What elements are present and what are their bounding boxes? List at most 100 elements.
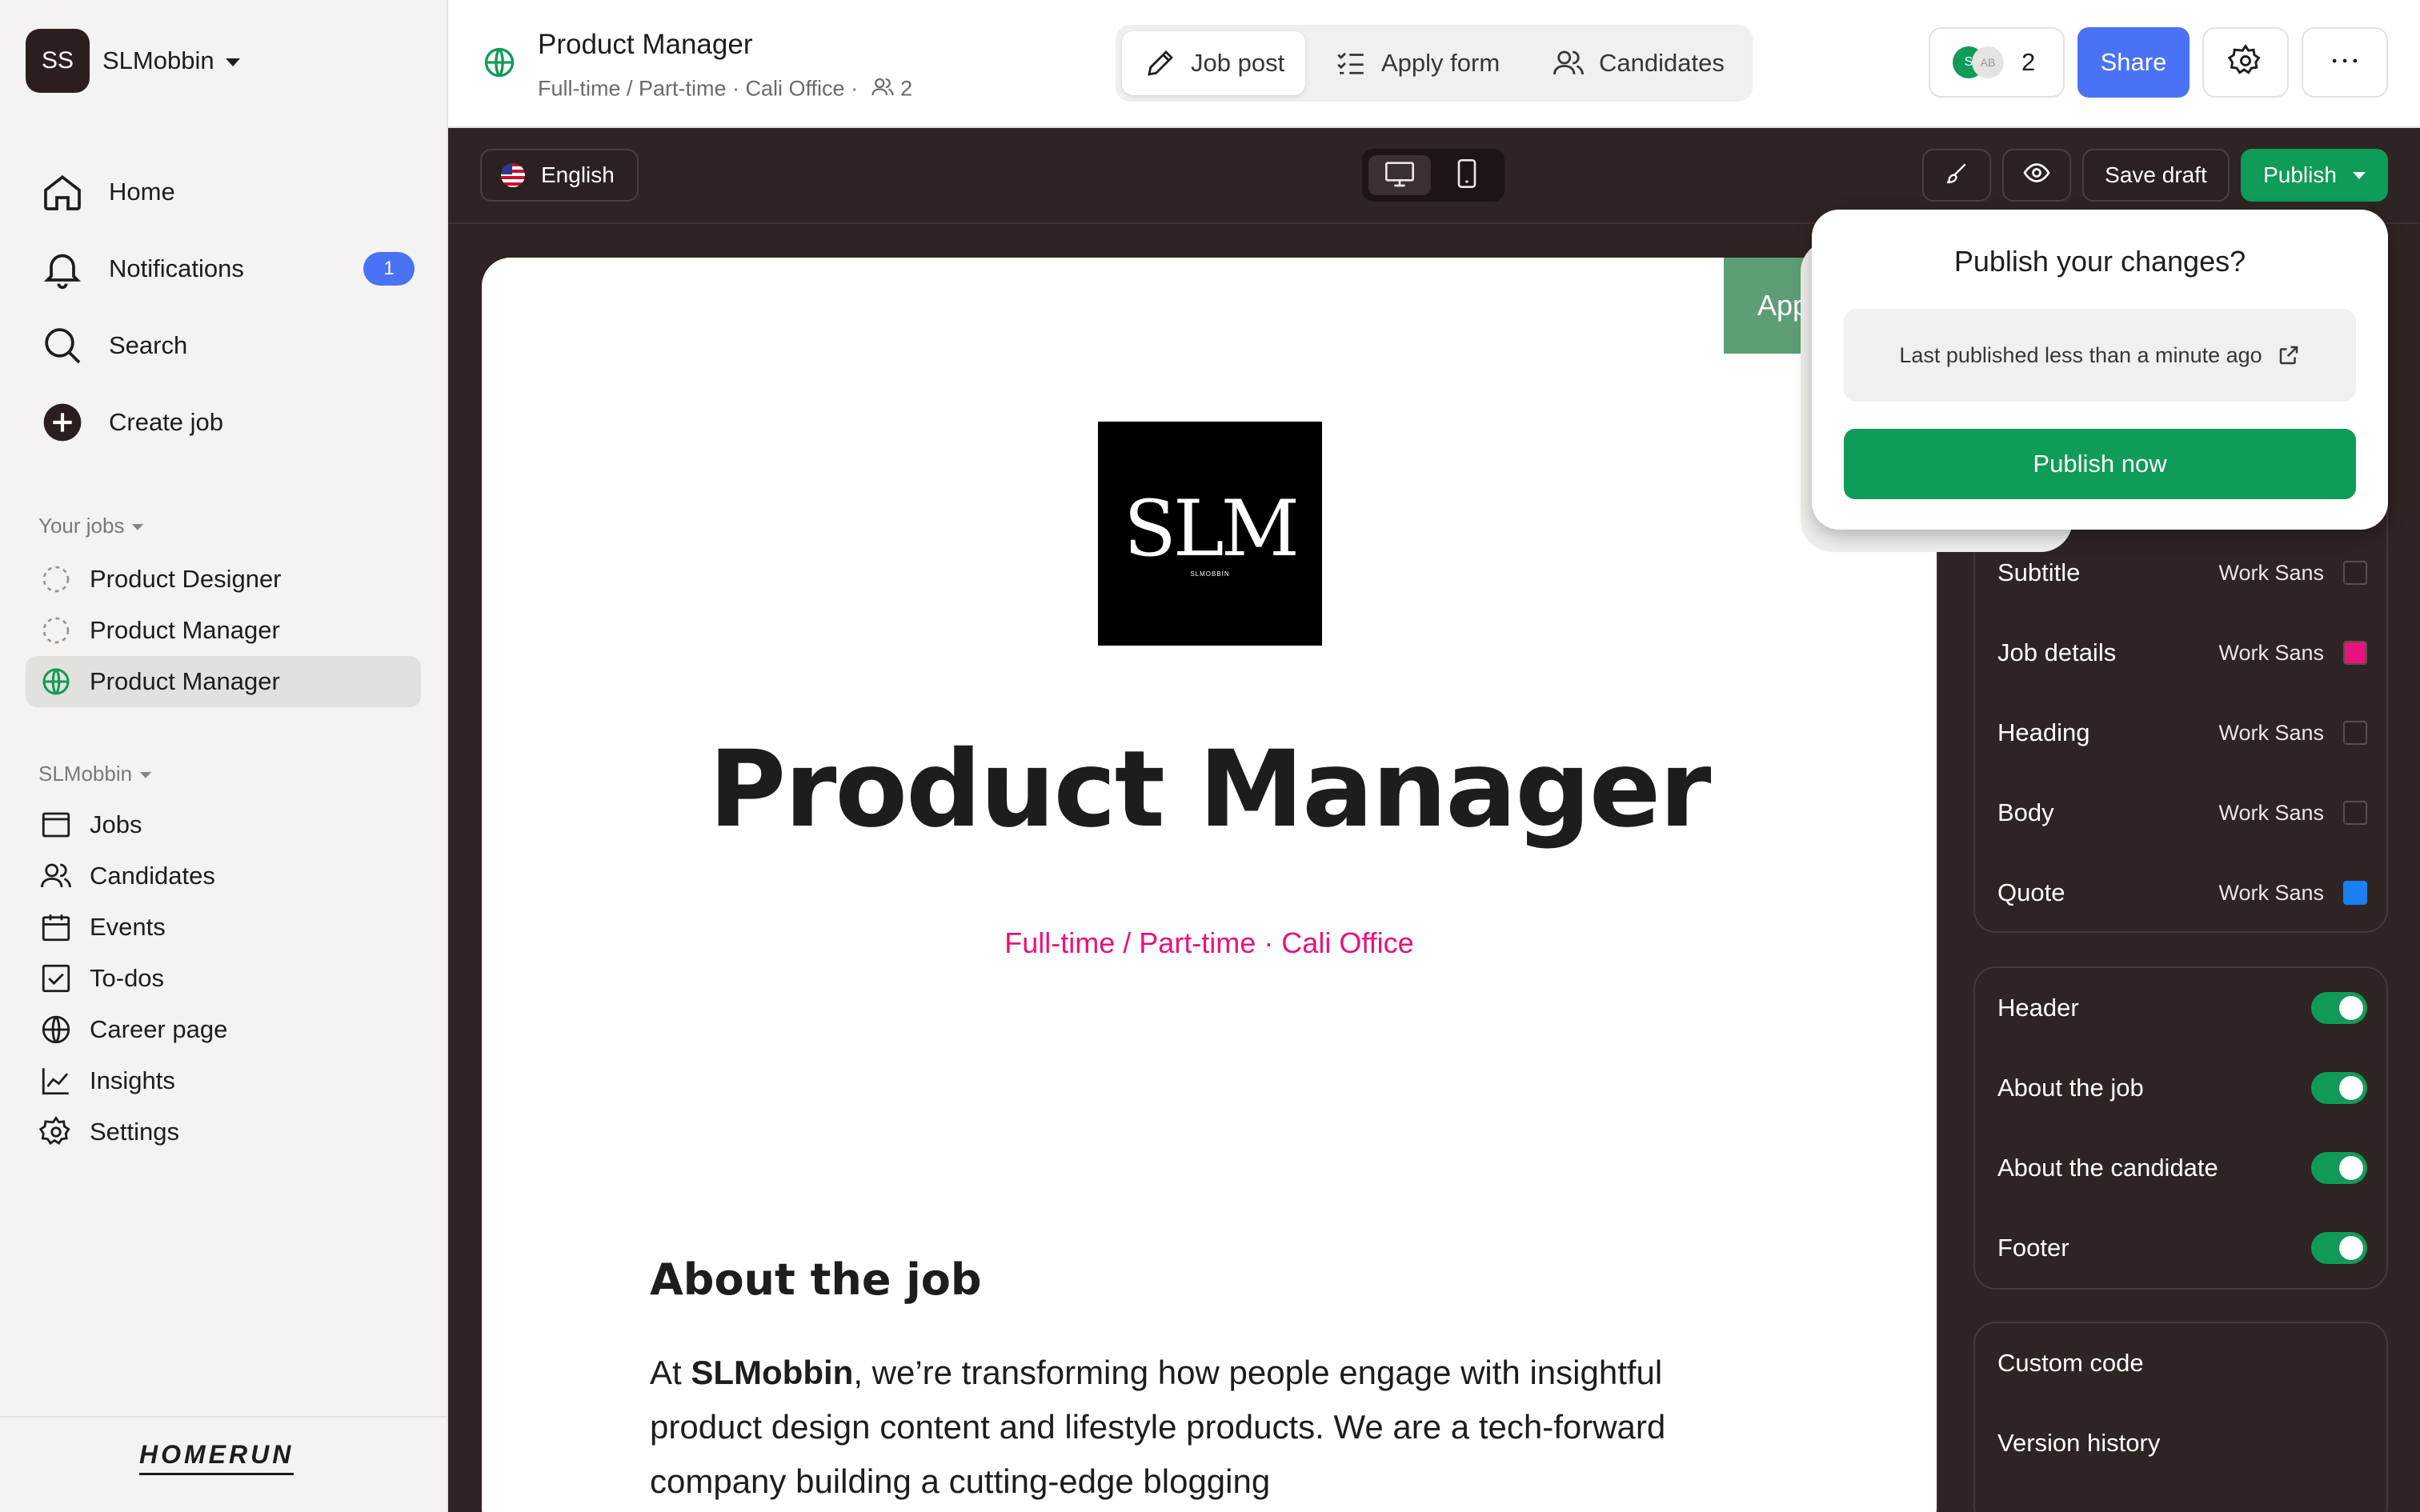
font-row-label: Subtitle xyxy=(1997,558,2081,586)
more-horizontal-icon xyxy=(2327,43,2362,82)
nav-events-label: Events xyxy=(90,913,166,941)
nav-insights[interactable]: Insights xyxy=(38,1057,175,1105)
section-label: About the candidate xyxy=(1997,1154,2218,1182)
gear-icon xyxy=(2227,43,2263,82)
section-row-about-job: About the job xyxy=(1997,1064,2367,1112)
checkbox-icon xyxy=(38,961,74,996)
users-icon xyxy=(1551,46,1586,81)
style-button[interactable] xyxy=(1922,149,1991,202)
custom-code-link[interactable]: Custom code xyxy=(1997,1339,2367,1387)
nav-search-label: Search xyxy=(109,331,188,359)
job-item-product-designer[interactable]: Product Designer xyxy=(26,554,421,605)
about-company: SLMobbin xyxy=(691,1354,854,1391)
tab-candidates[interactable]: Candidates xyxy=(1530,31,1745,95)
section-toggle[interactable] xyxy=(2311,1232,2367,1264)
users-icon xyxy=(38,858,74,894)
font-name: Work Sans xyxy=(2218,800,2324,825)
avatar: AB xyxy=(1972,46,2004,78)
browser-icon xyxy=(38,807,74,842)
font-row-body[interactable]: Body Work Sans xyxy=(1997,789,2367,837)
job-item-product-manager-draft[interactable]: Product Manager xyxy=(26,605,421,656)
logo-text: SLM xyxy=(1124,483,1300,574)
your-jobs-header[interactable]: Your jobs xyxy=(38,514,144,538)
font-row-label: Body xyxy=(1997,798,2054,826)
publish-button[interactable]: Publish xyxy=(2241,149,2388,202)
nav-search[interactable]: Search xyxy=(38,320,415,371)
tab-job-post[interactable]: Job post xyxy=(1122,31,1306,95)
save-draft-button[interactable]: Save draft xyxy=(2082,149,2230,202)
nav-home[interactable]: Home xyxy=(38,166,415,218)
job-item-product-manager-published[interactable]: Product Manager xyxy=(26,656,421,707)
nav-notifications-label: Notifications xyxy=(109,254,244,282)
last-published-info[interactable]: Last published less than a minute ago xyxy=(1844,309,2356,402)
color-swatch[interactable] xyxy=(2343,561,2367,585)
more-button[interactable] xyxy=(2302,27,2388,98)
font-row-label: Quote xyxy=(1997,878,2065,906)
color-swatch[interactable] xyxy=(2343,801,2367,825)
nav-create-job-label: Create job xyxy=(109,408,224,436)
bell-icon xyxy=(38,245,86,293)
font-row-heading[interactable]: Heading Work Sans xyxy=(1997,709,2367,757)
font-name: Work Sans xyxy=(2218,720,2324,745)
external-link-icon xyxy=(2277,343,2301,367)
checklist-icon xyxy=(1333,46,1368,81)
section-label: Header xyxy=(1997,994,2079,1022)
mobile-view-button[interactable] xyxy=(1436,155,1498,195)
job-item-label: Product Manager xyxy=(90,667,280,695)
org-header[interactable]: SLMobbin xyxy=(38,762,152,786)
nav-create-job[interactable]: Create job xyxy=(38,397,415,448)
preview-button[interactable] xyxy=(2002,149,2071,202)
section-toggle[interactable] xyxy=(2311,992,2367,1024)
logo-small-text: SLMOBBIN xyxy=(1190,570,1230,578)
font-name: Work Sans xyxy=(2218,880,2324,905)
nav-jobs-label: Jobs xyxy=(90,810,142,838)
chart-icon xyxy=(38,1063,74,1098)
nav-jobs[interactable]: Jobs xyxy=(38,801,142,849)
section-toggle[interactable] xyxy=(2311,1152,2367,1184)
nav-todos[interactable]: To-dos xyxy=(38,954,164,1002)
job-post-details: Full-time / Part-time · Cali Office xyxy=(1004,926,1414,959)
collaborators-button[interactable]: S AB 2 xyxy=(1929,27,2065,98)
notifications-badge: 1 xyxy=(363,252,415,286)
section-row-about-candidate: About the candidate xyxy=(1997,1144,2367,1192)
us-flag-icon xyxy=(501,163,525,187)
workspace-name: SLMobbin xyxy=(102,46,214,74)
nav-candidates[interactable]: Candidates xyxy=(38,852,215,900)
color-swatch[interactable] xyxy=(2343,641,2367,665)
search-icon xyxy=(38,322,86,370)
section-row-header: Header xyxy=(1997,984,2367,1032)
language-selector[interactable]: English xyxy=(480,149,639,202)
company-logo: SLM SLMOBBIN xyxy=(1098,422,1322,646)
tab-apply-form[interactable]: Apply form xyxy=(1312,31,1521,95)
desktop-view-button[interactable] xyxy=(1368,155,1431,195)
nav-events[interactable]: Events xyxy=(38,903,166,951)
nav-settings[interactable]: Settings xyxy=(38,1108,179,1156)
font-row-quote[interactable]: Quote Work Sans xyxy=(1997,869,2367,917)
font-row-job-details[interactable]: Job details Work Sans xyxy=(1997,629,2367,677)
about-heading: About the job xyxy=(650,1254,982,1305)
workspace-avatar[interactable]: SS xyxy=(26,29,90,93)
nav-career-page-label: Career page xyxy=(90,1015,228,1043)
job-item-label: Product Designer xyxy=(90,565,282,593)
color-swatch[interactable] xyxy=(2343,721,2367,745)
publish-now-button[interactable]: Publish now xyxy=(1844,429,2356,499)
publish-label: Publish xyxy=(2263,162,2337,187)
workspace-switcher[interactable]: SLMobbin xyxy=(102,46,240,75)
sidebar xyxy=(0,0,448,1512)
apply-button[interactable]: Apply xyxy=(1724,258,1812,354)
nav-career-page[interactable]: Career page xyxy=(38,1006,227,1054)
collaborator-count: 2 xyxy=(2021,48,2036,76)
font-row-subtitle[interactable]: Subtitle Work Sans xyxy=(1997,549,2367,597)
homerun-logo: HOMERUN xyxy=(139,1440,294,1475)
tab-label: Job post xyxy=(1191,49,1285,77)
nav-notifications[interactable]: Notifications 1 xyxy=(38,243,415,294)
org-label: SLMobbin xyxy=(38,762,133,786)
section-toggle[interactable] xyxy=(2311,1072,2367,1104)
tab-label: Apply form xyxy=(1381,49,1500,77)
candidate-count: 2 xyxy=(900,76,913,101)
share-button[interactable]: Share xyxy=(2077,27,2190,98)
chevron-down-icon xyxy=(225,58,240,66)
color-swatch[interactable] xyxy=(2343,881,2367,905)
version-history-link[interactable]: Version history xyxy=(1997,1419,2367,1467)
settings-button[interactable] xyxy=(2202,27,2289,98)
